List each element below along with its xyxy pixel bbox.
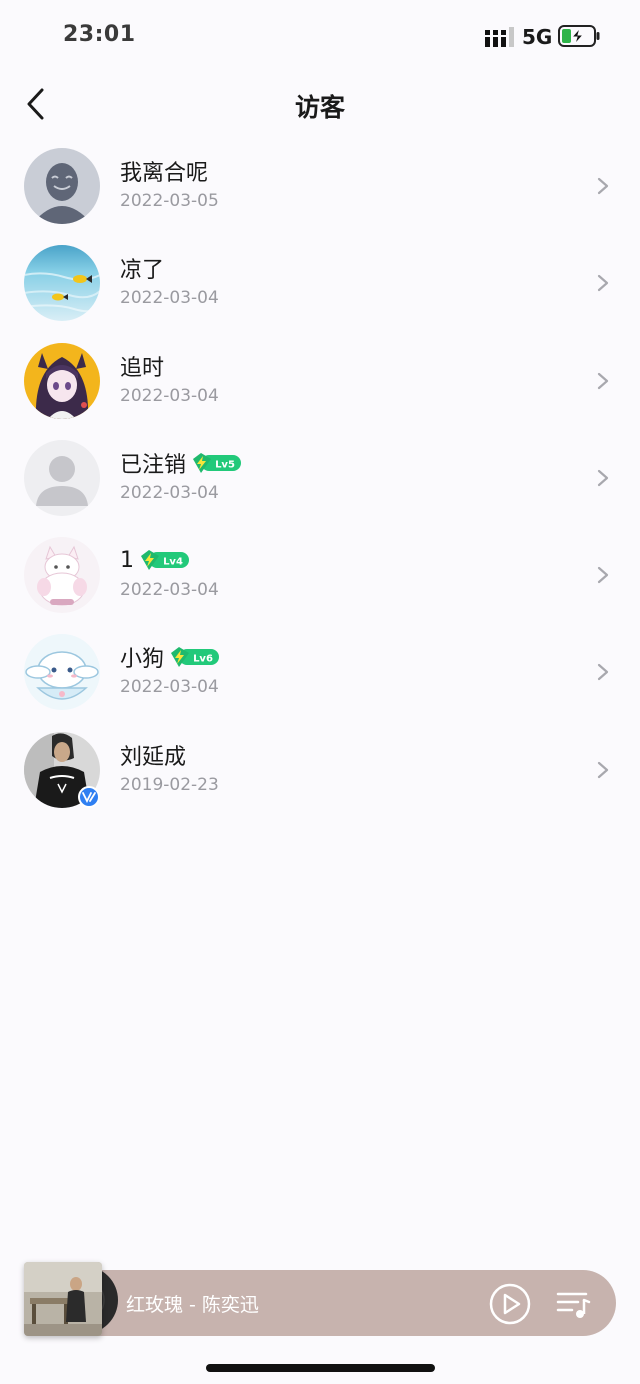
badge-level-text: Lv4 (163, 557, 183, 568)
visitor-name: 刘延成 (120, 744, 187, 770)
screen: 23:01 5G 访客 我离合呢 2022-03-05 凉了 2022-03-0… (0, 0, 640, 1384)
chevron-right-icon (597, 761, 609, 778)
visitor-name: 已注销 (120, 452, 187, 478)
verified-badge-icon (78, 785, 100, 808)
play-icon[interactable] (489, 1283, 531, 1325)
album-cover-image[interactable] (24, 1262, 102, 1336)
white-cat-avatar[interactable] (24, 537, 100, 614)
playlist-icon[interactable] (556, 1288, 592, 1320)
vip-level-badge: Lv6 (171, 647, 220, 668)
default-gray-avatar[interactable] (24, 148, 100, 224)
chevron-right-icon (597, 469, 609, 486)
chevron-right-icon (597, 664, 609, 681)
battery-charging-icon (558, 25, 600, 47)
signal-strength-icon (485, 27, 514, 47)
visitor-row[interactable]: 追时 2022-03-04 (0, 333, 640, 430)
visitor-name: 我离合呢 (120, 161, 209, 186)
visit-date: 2022-03-04 (120, 482, 219, 503)
nav-bar: 访客 (0, 72, 640, 136)
now-playing-title[interactable]: 红玫瑰 - 陈奕迅 (126, 1290, 259, 1317)
visitor-row[interactable]: 凉了 2022-03-04 (0, 235, 640, 332)
chevron-right-icon (597, 372, 609, 389)
home-indicator[interactable] (206, 1364, 435, 1372)
chevron-right-icon (597, 275, 609, 292)
visitor-row[interactable]: 我离合呢 2022-03-05 (0, 138, 640, 235)
visit-date: 2022-03-05 (120, 191, 219, 211)
visit-date: 2022-03-04 (120, 385, 219, 406)
page-title: 访客 (294, 93, 345, 122)
visit-date: 2022-03-04 (120, 580, 219, 601)
visit-date: 2019-02-23 (120, 774, 219, 795)
visitor-name: 追时 (120, 355, 165, 381)
visitor-row[interactable]: 已注销 Lv5 2022-03-04 (0, 430, 640, 527)
visitor-list: 我离合呢 2022-03-05 凉了 2022-03-04 追时 2022-03… (0, 138, 640, 819)
visitor-name: 小狗 (120, 647, 165, 673)
visitor-row[interactable]: 1 Lv4 2022-03-04 (0, 527, 640, 624)
visitor-name: 1 (120, 547, 134, 573)
mini-player[interactable]: 红玫瑰 - 陈奕迅 (24, 1262, 616, 1338)
vip-level-badge: Lv5 (193, 452, 242, 473)
sea-fish-avatar[interactable] (24, 245, 100, 322)
status-bar: 23:01 5G (0, 0, 640, 72)
visitor-row[interactable]: 刘延成 2019-02-23 (0, 722, 640, 819)
chevron-right-icon (597, 567, 609, 584)
visit-date: 2022-03-04 (120, 288, 219, 309)
deleted-user-avatar[interactable] (24, 439, 100, 516)
anime-girl-avatar[interactable] (24, 342, 100, 419)
chevron-right-icon (597, 177, 609, 195)
badge-level-text: Lv6 (193, 654, 213, 665)
visitor-row[interactable]: 小狗 Lv6 2022-03-04 (0, 624, 640, 721)
vip-level-badge: Lv4 (141, 550, 189, 571)
network-type: 5G (522, 25, 553, 49)
visitor-name: 凉了 (120, 258, 165, 284)
visit-date: 2022-03-04 (120, 677, 219, 698)
badge-level-text: Lv5 (215, 459, 235, 470)
status-time: 23:01 (63, 22, 136, 47)
cinnamoroll-avatar[interactable] (24, 634, 100, 711)
